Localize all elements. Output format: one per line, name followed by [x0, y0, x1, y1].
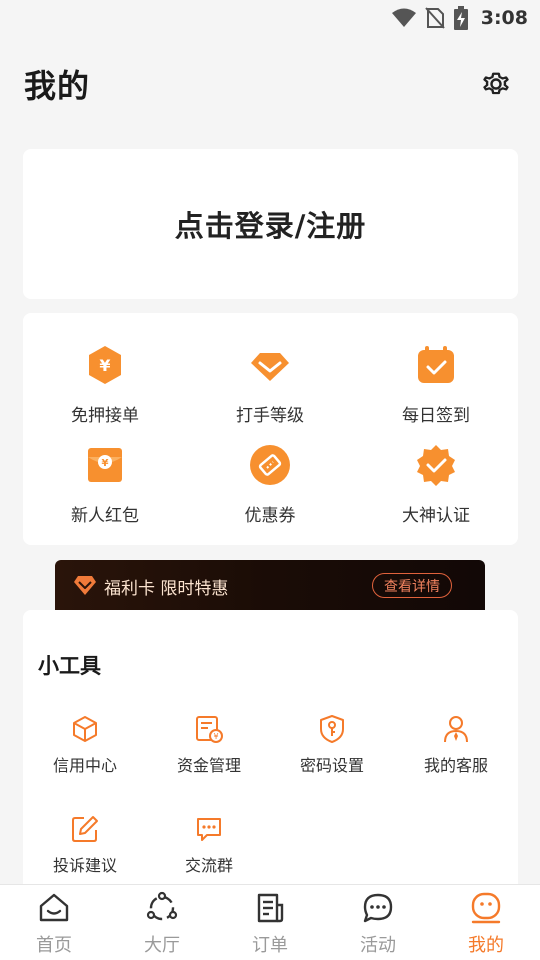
no-sim-icon	[424, 7, 445, 29]
money-doc-icon: ¥	[196, 716, 223, 743]
tool-label: 信用中心	[52, 756, 117, 775]
tools-card: 小工具 信用中心 ¥ 资金管理 密码设置 我的客服 投诉建议 交流群	[23, 610, 518, 900]
promo-text: 福利卡 限时特惠	[104, 579, 229, 599]
red-envelope-icon: ¥	[88, 448, 122, 482]
feature-newbie-redpacket[interactable]: ¥ 新人红包	[45, 439, 165, 529]
nav-label: 首页	[36, 935, 72, 956]
nav-hall[interactable]: 大厅	[108, 885, 216, 960]
feature-label: 每日签到	[402, 406, 470, 426]
battery-charging-icon	[453, 6, 468, 30]
tool-password-settings[interactable]: 密码设置	[277, 714, 387, 784]
gem-icon	[74, 576, 96, 595]
promo-banner[interactable]: 福利卡 限时特惠 查看详情	[55, 560, 485, 612]
diamond-icon	[251, 353, 289, 381]
feature-coupon[interactable]: 优惠券	[210, 439, 330, 529]
tools-title: 小工具	[38, 654, 101, 678]
tool-complaint-suggestion[interactable]: 投诉建议	[30, 814, 140, 884]
order-icon	[257, 893, 284, 923]
feature-card: ¥ 免押接单 打手等级 每日签到 ¥ 新人红包 优惠券 大神认证	[23, 313, 518, 545]
nav-label: 我的	[468, 935, 504, 956]
login-card[interactable]: 点击登录/注册	[23, 149, 518, 299]
nav-activities[interactable]: 活动	[324, 885, 432, 960]
svg-text:¥: ¥	[99, 356, 110, 375]
view-details-button[interactable]: 查看详情	[372, 573, 452, 598]
tool-label: 资金管理	[176, 756, 241, 775]
settings-button[interactable]	[476, 64, 516, 104]
feature-label: 新人红包	[71, 506, 139, 526]
calendar-check-icon	[418, 346, 454, 383]
feature-daily-checkin[interactable]: 每日签到	[376, 339, 496, 429]
tool-chat-group[interactable]: 交流群	[154, 814, 264, 884]
login-register-link[interactable]: 点击登录/注册	[175, 203, 367, 245]
status-time: 3:08	[480, 7, 528, 29]
tool-credit-center[interactable]: 信用中心	[30, 714, 140, 784]
edit-icon	[72, 816, 98, 842]
chat-dots-icon	[197, 818, 221, 841]
wifi-icon	[391, 8, 416, 27]
nav-orders[interactable]: 订单	[216, 885, 324, 960]
page-title: 我的	[24, 67, 91, 105]
customer-service-icon	[444, 716, 468, 743]
nav-label: 大厅	[144, 935, 180, 956]
tool-customer-service[interactable]: 我的客服	[401, 714, 511, 784]
chat-bubble-icon	[363, 893, 393, 923]
header: 我的	[24, 56, 516, 112]
nav-home[interactable]: 首页	[0, 885, 108, 960]
feature-deposit-free[interactable]: ¥ 免押接单	[45, 339, 165, 429]
feature-label: 免押接单	[71, 406, 139, 426]
smiley-icon	[471, 892, 501, 924]
feature-label: 优惠券	[244, 506, 296, 526]
hall-icon	[146, 891, 178, 921]
home-icon	[39, 893, 69, 922]
gear-icon	[483, 72, 509, 95]
tool-label: 交流群	[184, 856, 233, 875]
bottom-nav: 首页 大厅 订单 活动 我的	[0, 884, 540, 960]
nav-mine[interactable]: 我的	[432, 885, 540, 960]
svg-text:¥: ¥	[102, 458, 109, 469]
tool-label: 密码设置	[299, 756, 364, 775]
nav-label: 活动	[360, 935, 396, 956]
status-bar: 3:08	[0, 0, 540, 36]
tool-fund-management[interactable]: ¥ 资金管理	[154, 714, 264, 784]
feature-label: 大神认证	[402, 506, 470, 526]
tool-label: 我的客服	[423, 756, 488, 775]
feature-player-level[interactable]: 打手等级	[210, 339, 330, 429]
key-shield-icon	[320, 715, 344, 743]
feature-master-certification[interactable]: 大神认证	[376, 439, 496, 529]
shield-yen-icon: ¥	[89, 346, 121, 384]
profile-page: 3:08 我的 点击登录/注册 ¥ 免押接单 打手等级 每日签到 ¥ 新人红包 …	[0, 0, 540, 960]
feature-label: 打手等级	[236, 406, 304, 426]
nav-label: 订单	[252, 935, 288, 956]
svg-text:¥: ¥	[213, 732, 218, 741]
cube-icon	[73, 716, 97, 742]
tool-label: 投诉建议	[52, 856, 117, 875]
coupon-icon	[250, 445, 290, 485]
certified-badge-icon	[417, 445, 455, 486]
